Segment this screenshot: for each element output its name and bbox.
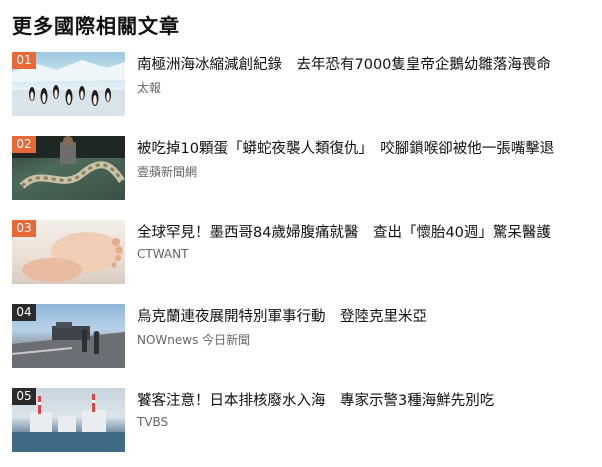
section-title: 更多國際相關文章 <box>12 14 180 38</box>
article-thumbnail[interactable]: 01 <box>12 52 125 116</box>
article-thumbnail[interactable]: 05 <box>12 388 125 452</box>
rank-badge: 03 <box>12 220 36 237</box>
article-source: TVBS <box>137 415 169 429</box>
article-title[interactable]: 南極洲海冰縮減創紀錄 去年恐有7000隻皇帝企鵝幼雛落海喪命 <box>137 55 551 75</box>
article-title[interactable]: 全球罕見！墨西哥84歲婦腹痛就醫 查出「懷胎40週」驚呆醫護 <box>137 223 551 243</box>
article-thumbnail[interactable]: 03 <box>12 220 125 284</box>
article-item[interactable]: 03 全球罕見！墨西哥84歲婦腹痛就醫 查出「懷胎40週」驚呆醫護 CTWANT <box>12 220 597 304</box>
article-item[interactable]: 05 饕客注意！日本排核廢水入海 專家示警3種海鮮先別吃 TVBS <box>12 388 597 467</box>
article-title[interactable]: 被吃掉10顆蛋「蟒蛇夜襲人類復仇」 咬腳鎖喉卻被他一張嘴擊退 <box>137 139 554 159</box>
article-item[interactable]: 02 被吃掉10顆蛋「蟒蛇夜襲人類復仇」 咬腳鎖喉卻被他一張嘴擊退 壹蘋新聞網 <box>12 136 597 220</box>
article-source: 壹蘋新聞網 <box>137 165 198 179</box>
article-list: 01 南極洲海冰縮減創紀錄 去年恐有7000隻皇帝企鵝幼雛落海喪命 太報 02 … <box>12 52 597 467</box>
article-source: 太報 <box>137 81 162 95</box>
rank-badge: 05 <box>12 388 36 405</box>
rank-badge: 01 <box>12 52 36 69</box>
article-title[interactable]: 饕客注意！日本排核廢水入海 專家示警3種海鮮先別吃 <box>137 391 494 411</box>
article-thumbnail[interactable]: 02 <box>12 136 125 200</box>
article-thumbnail[interactable]: 04 <box>12 304 125 368</box>
rank-badge: 04 <box>12 304 36 321</box>
article-source: CTWANT <box>137 247 189 261</box>
article-item[interactable]: 04 烏克蘭連夜展開特別軍事行動 登陸克里米亞 NOWnews 今日新聞 <box>12 304 597 388</box>
article-title[interactable]: 烏克蘭連夜展開特別軍事行動 登陸克里米亞 <box>137 307 427 327</box>
article-item[interactable]: 01 南極洲海冰縮減創紀錄 去年恐有7000隻皇帝企鵝幼雛落海喪命 太報 <box>12 52 597 136</box>
article-source: NOWnews 今日新聞 <box>137 333 251 347</box>
rank-badge: 02 <box>12 136 36 153</box>
